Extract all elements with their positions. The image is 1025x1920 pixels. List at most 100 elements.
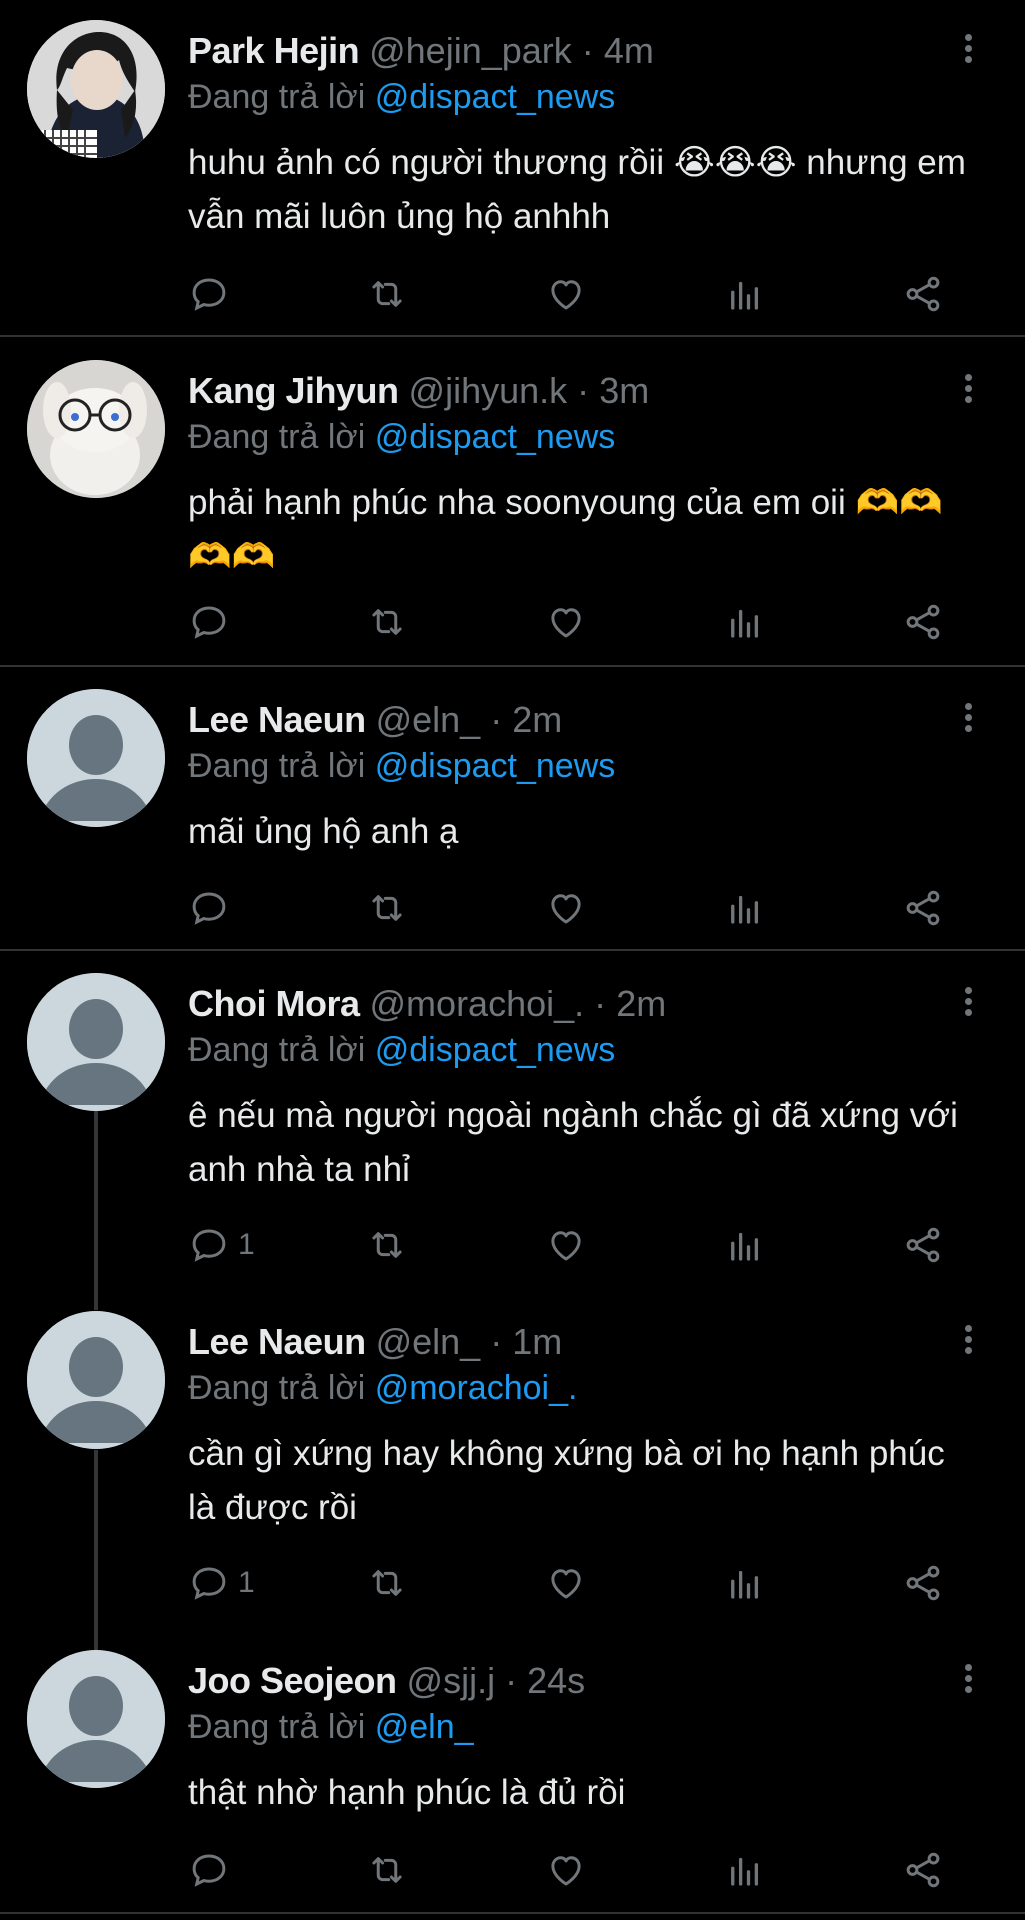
reply-mention[interactable]: @dispact_news (375, 747, 616, 785)
more-icon[interactable] (950, 983, 986, 1027)
reply-icon (192, 606, 226, 639)
views-button[interactable] (724, 1848, 766, 1892)
share-button[interactable] (902, 886, 944, 930)
user-handle[interactable]: @jihyun.k (409, 370, 568, 411)
action-bar (188, 886, 988, 930)
user-handle[interactable]: @hejin_park (369, 30, 572, 71)
like-icon (551, 608, 581, 638)
reply-button[interactable] (188, 600, 238, 644)
retweet-button[interactable] (366, 600, 408, 644)
retweet-icon (372, 1232, 402, 1258)
user-handle[interactable]: @eln_ (376, 1321, 481, 1362)
display-name[interactable]: Choi Mora (188, 983, 360, 1024)
like-button[interactable] (545, 1848, 587, 1892)
tweet[interactable]: Joo Seojeon @sjj.j · 24s Đang trả lời @e… (0, 1630, 1025, 1920)
timestamp[interactable]: 4m (604, 30, 654, 71)
tweet-text: huhu ảnh có người thương rồii 😭😭😭 nhưng … (188, 143, 966, 236)
share-button[interactable] (902, 1223, 944, 1267)
more-icon[interactable] (950, 30, 986, 74)
more-icon[interactable] (950, 699, 986, 743)
views-button[interactable] (724, 1561, 766, 1605)
display-name[interactable]: Kang Jihyun (188, 370, 399, 411)
like-icon (551, 1231, 581, 1261)
tweet[interactable]: Choi Mora @morachoi_. · 2m Đang trả lời … (0, 951, 1025, 1290)
reply-mention[interactable]: @morachoi_. (375, 1369, 578, 1407)
like-icon (551, 1856, 581, 1886)
tweet-text: cần gì xứng hay không xứng bà ơi họ hạnh… (188, 1434, 945, 1527)
avatar[interactable] (27, 1311, 165, 1449)
tweet-header: Lee Naeun @eln_ · 1m (188, 1320, 562, 1364)
user-handle[interactable]: @eln_ (376, 699, 481, 740)
reply-button[interactable]: 1 (188, 1561, 255, 1605)
tweet[interactable]: Lee Naeun @eln_ · 1m Đang trả lời @morac… (0, 1290, 1025, 1630)
retweet-button[interactable] (366, 1848, 408, 1892)
reply-mention[interactable]: @dispact_news (375, 1031, 616, 1069)
tweet-header: Lee Naeun @eln_ · 2m (188, 698, 562, 742)
like-button[interactable] (545, 600, 587, 644)
display-name[interactable]: Joo Seojeon (188, 1660, 397, 1701)
reply-button[interactable]: 1 (188, 1223, 255, 1267)
tweet-text: thật nhờ hạnh phúc là đủ rồi (188, 1773, 626, 1812)
reply-icon (192, 892, 226, 925)
views-button[interactable] (724, 886, 766, 930)
tweet-text: ê nếu mà người ngoài ngành chắc gì đã xứ… (188, 1096, 958, 1189)
views-button[interactable] (724, 1223, 766, 1267)
more-icon[interactable] (950, 1660, 986, 1704)
display-name[interactable]: Lee Naeun (188, 699, 366, 740)
views-button[interactable] (724, 600, 766, 644)
user-handle[interactable]: @morachoi_. (370, 983, 585, 1024)
avatar[interactable] (27, 973, 165, 1111)
tweet-header: Kang Jihyun @jihyun.k · 3m (188, 369, 649, 413)
retweet-button[interactable] (366, 272, 408, 316)
views-icon (731, 895, 759, 924)
timestamp[interactable]: 3m (599, 370, 649, 411)
share-button[interactable] (902, 1561, 944, 1605)
reply-count: 1 (238, 1228, 255, 1261)
like-button[interactable] (545, 1561, 587, 1605)
more-icon[interactable] (950, 1321, 986, 1365)
views-icon (731, 609, 759, 638)
timestamp[interactable]: 2m (512, 699, 562, 740)
retweet-button[interactable] (366, 1561, 408, 1605)
tweet[interactable]: Kang Jihyun @jihyun.k · 3m Đang trả lời … (0, 337, 1025, 667)
tweet-header: Joo Seojeon @sjj.j · 24s (188, 1659, 585, 1703)
reply-button[interactable] (188, 886, 238, 930)
like-button[interactable] (545, 272, 587, 316)
share-button[interactable] (902, 1848, 944, 1892)
reply-button[interactable] (188, 272, 238, 316)
reply-button[interactable] (188, 1848, 238, 1892)
avatar[interactable] (27, 20, 165, 158)
display-name[interactable]: Park Hejin (188, 30, 360, 71)
separator-dot: · (594, 983, 607, 1024)
like-icon (551, 894, 581, 924)
share-icon (906, 1852, 940, 1888)
retweet-button[interactable] (366, 886, 408, 930)
views-icon (731, 1232, 759, 1261)
like-button[interactable] (545, 886, 587, 930)
reply-icon (192, 278, 226, 311)
timestamp[interactable]: 2m (616, 983, 666, 1024)
timestamp[interactable]: 1m (512, 1321, 562, 1362)
avatar[interactable] (27, 1650, 165, 1788)
user-handle[interactable]: @sjj.j (407, 1660, 496, 1701)
avatar[interactable] (27, 689, 165, 827)
share-button[interactable] (902, 600, 944, 644)
share-button[interactable] (902, 272, 944, 316)
separator-dot: · (505, 1660, 518, 1701)
tweet[interactable]: Lee Naeun @eln_ · 2m Đang trả lời @dispa… (0, 667, 1025, 951)
more-icon[interactable] (950, 370, 986, 414)
display-name[interactable]: Lee Naeun (188, 1321, 366, 1362)
replying-to: Đang trả lời @dispact_news (188, 75, 615, 119)
reply-mention[interactable]: @dispact_news (375, 78, 616, 116)
reply-mention[interactable]: @dispact_news (375, 418, 616, 456)
retweet-button[interactable] (366, 1223, 408, 1267)
replying-to: Đang trả lời @dispact_news (188, 415, 615, 459)
action-bar (188, 272, 988, 316)
avatar[interactable] (27, 360, 165, 498)
views-button[interactable] (724, 272, 766, 316)
timestamp[interactable]: 24s (527, 1660, 585, 1701)
tweet[interactable]: Park Hejin @hejin_park · 4m Đang trả lời… (0, 0, 1025, 337)
like-button[interactable] (545, 1223, 587, 1267)
divider (0, 1912, 1025, 1914)
reply-mention[interactable]: @eln_ (375, 1708, 474, 1746)
